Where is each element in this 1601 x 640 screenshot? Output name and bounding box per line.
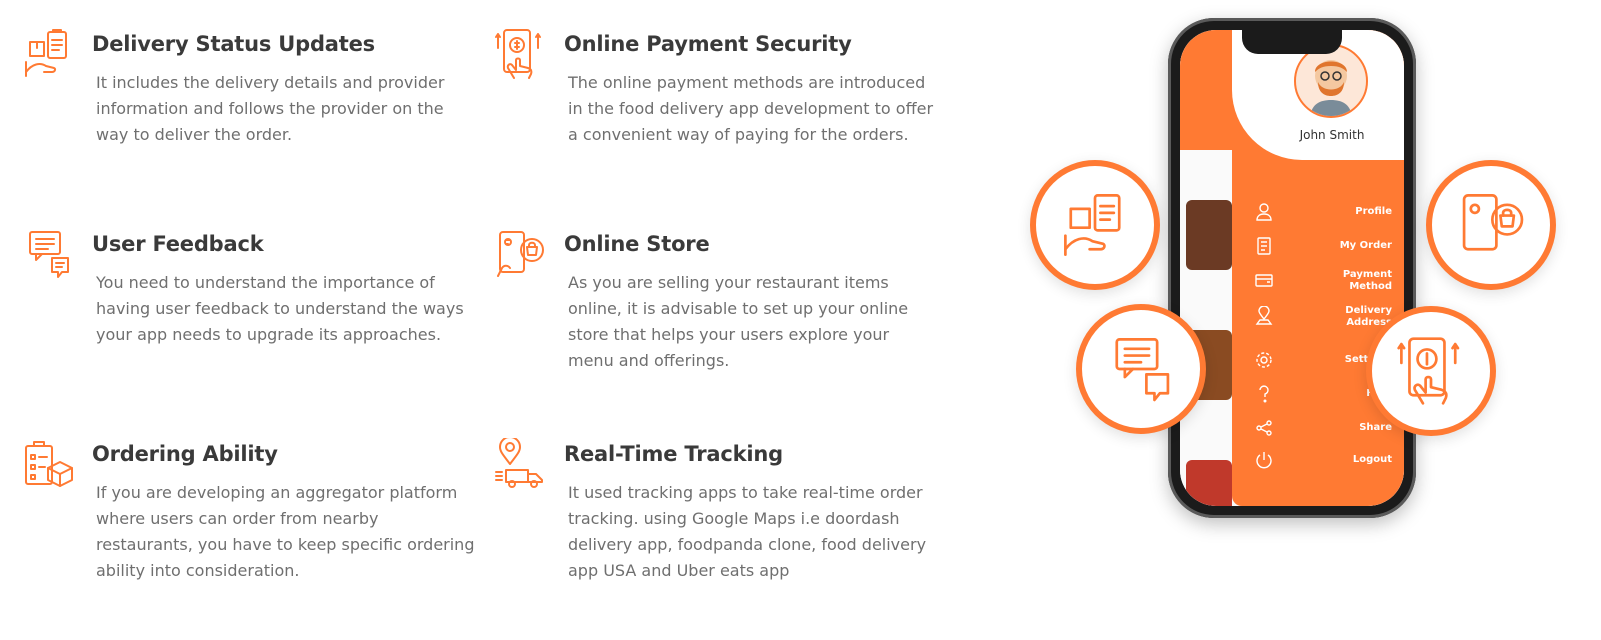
food-thumbnail xyxy=(1186,200,1232,270)
user-icon xyxy=(1256,203,1272,221)
feature-description: As you are selling your restaurant items… xyxy=(568,273,909,370)
menu-item-delivery-address[interactable]: Delivery Address xyxy=(1232,302,1404,332)
delivery-status-icon xyxy=(1064,194,1121,256)
phone-illustration: John Smith Profile My Order Payment Meth… xyxy=(1030,18,1570,528)
tracking-icon xyxy=(494,436,546,490)
side-drawer: John Smith Profile My Order Payment Meth… xyxy=(1232,30,1404,506)
feature-description: It used tracking apps to take real-time … xyxy=(568,483,927,580)
menu-item-payment-method[interactable]: Payment Method xyxy=(1232,266,1404,296)
feature-description: The online payment methods are introduce… xyxy=(568,73,934,144)
feature-title: Ordering Ability xyxy=(92,442,278,466)
map-pin-icon xyxy=(1255,306,1273,325)
menu-label: My Order xyxy=(1339,240,1392,251)
gear-icon xyxy=(1256,352,1272,368)
feature-title: Online Payment Security xyxy=(564,32,852,56)
menu-item-profile[interactable]: Profile xyxy=(1232,198,1404,228)
phone-screen: John Smith Profile My Order Payment Meth… xyxy=(1180,30,1404,506)
menu-item-my-order[interactable]: My Order xyxy=(1232,232,1404,262)
menu-label: Logout xyxy=(1352,454,1392,465)
bubble-delivery-status xyxy=(1030,160,1160,290)
feature-description: It includes the delivery details and pro… xyxy=(96,73,445,144)
avatar xyxy=(1294,44,1368,118)
wallet-icon xyxy=(1255,274,1273,287)
feature-description: You need to understand the importance of… xyxy=(96,273,464,344)
phone-mockup: John Smith Profile My Order Payment Meth… xyxy=(1168,18,1416,518)
feedback-icon xyxy=(22,228,74,280)
bubble-feedback xyxy=(1076,304,1206,434)
feature-title: Online Store xyxy=(564,232,710,256)
phone-notch xyxy=(1242,30,1342,54)
food-thumbnail xyxy=(1186,460,1232,506)
ordering-icon xyxy=(22,438,74,490)
user-name: John Smith xyxy=(1299,128,1365,142)
bubble-online-store xyxy=(1426,160,1556,290)
payment-security-icon xyxy=(1397,337,1460,405)
help-icon xyxy=(1259,385,1269,403)
bubble-payment-security xyxy=(1366,306,1496,436)
feedback-icon xyxy=(1115,338,1170,402)
share-icon xyxy=(1256,420,1272,436)
menu-item-share[interactable]: Share xyxy=(1232,414,1404,444)
feature-title: Delivery Status Updates xyxy=(92,32,375,56)
menu-label: Payment Method xyxy=(1342,269,1392,292)
delivery-status-icon xyxy=(22,28,74,80)
menu-label: Delivery Address xyxy=(1345,305,1392,328)
menu-item-logout[interactable]: Logout xyxy=(1232,446,1404,476)
order-list-icon xyxy=(1257,237,1271,255)
feature-description: If you are developing an aggregator plat… xyxy=(96,483,475,580)
menu-label: Profile xyxy=(1355,206,1392,217)
online-store-icon xyxy=(494,228,546,280)
payment-security-icon xyxy=(494,28,546,80)
menu-label: Share xyxy=(1359,422,1392,433)
feature-title: Real-Time Tracking xyxy=(564,442,783,466)
power-icon xyxy=(1256,452,1272,469)
online-store-icon xyxy=(1462,194,1524,251)
feature-title: User Feedback xyxy=(92,232,264,256)
